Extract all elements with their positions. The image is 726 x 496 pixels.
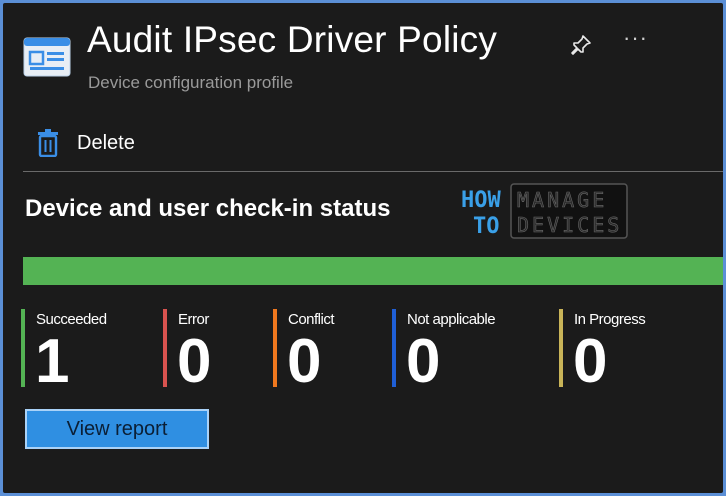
stat-color-bar — [273, 309, 277, 387]
page-subtitle: Device configuration profile — [88, 73, 294, 92]
toolbar-divider — [23, 171, 723, 172]
pin-icon[interactable] — [569, 33, 593, 57]
stat-value: 0 — [287, 327, 322, 396]
stat-label: Conflict — [288, 311, 335, 328]
stat-color-bar — [163, 309, 167, 387]
delete-label: Delete — [77, 131, 135, 154]
svg-text:HOW: HOW — [461, 188, 501, 213]
stat-color-bar — [21, 309, 25, 387]
trash-icon — [38, 129, 58, 157]
section-title: Device and user check-in status — [25, 195, 391, 222]
svg-text:TO: TO — [473, 214, 500, 239]
stat-label: Error — [178, 311, 209, 328]
stat-color-bar — [559, 309, 563, 387]
stat-value: 0 — [177, 327, 212, 396]
view-report-button[interactable]: View report — [25, 409, 209, 449]
svg-text:DEVICES: DEVICES — [517, 213, 622, 237]
check-in-progress-bar — [23, 257, 723, 285]
more-options-icon[interactable]: ··· — [623, 25, 648, 51]
stat-value: 1 — [35, 327, 70, 396]
stat-label: In Progress — [574, 311, 646, 328]
stat-value: 0 — [406, 327, 441, 396]
stat-label: Succeeded — [36, 311, 107, 328]
svg-text:MANAGE: MANAGE — [517, 188, 607, 212]
stat-color-bar — [392, 309, 396, 387]
profile-panel: Audit IPsec Driver Policy Device configu… — [3, 3, 723, 493]
profile-icon — [23, 37, 71, 77]
stat-label: Not applicable — [407, 311, 496, 328]
stat-value: 0 — [573, 327, 608, 396]
delete-button[interactable]: Delete — [37, 127, 135, 159]
how-to-manage-devices-logo: HOW TO MANAGE DEVICES — [461, 183, 628, 239]
page-title: Audit IPsec Driver Policy — [87, 19, 498, 60]
progress-fill-succeeded — [23, 257, 723, 285]
